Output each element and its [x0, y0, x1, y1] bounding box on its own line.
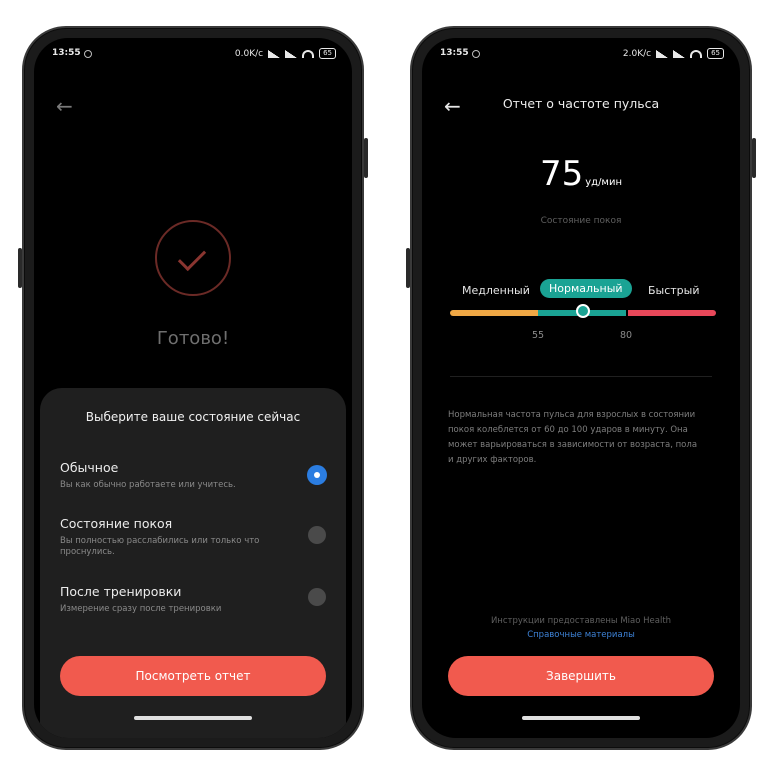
bpm-unit: уд/мин — [585, 177, 623, 188]
option-rest[interactable]: Состояние покоя Вы полностью расслабилис… — [60, 516, 326, 558]
success-circle — [155, 220, 231, 296]
notification-icon — [472, 50, 480, 58]
radio-rest[interactable] — [308, 526, 326, 544]
radio-after-workout[interactable] — [308, 588, 326, 606]
radio-normal[interactable] — [308, 466, 326, 484]
wifi-icon — [302, 49, 315, 58]
divider — [450, 376, 712, 377]
signal-icon — [285, 49, 298, 58]
tick-high: 80 — [620, 330, 633, 341]
volume-button — [752, 138, 756, 178]
option-desc: Вы полностью расслабились или только что… — [60, 536, 260, 557]
bpm-number: 75 — [539, 154, 584, 194]
done-title: Готово! — [156, 328, 230, 349]
heart-rate-marker — [576, 304, 590, 318]
tick-low: 55 — [532, 330, 545, 341]
page-title: Отчет о частоте пульса — [502, 96, 660, 111]
status-bar: 13:55 0.0K/c 65 — [34, 46, 352, 64]
signal-icon — [656, 49, 669, 58]
zone-slow-bar — [450, 310, 538, 316]
screen-right: 13:55 2.0K/c 65 ← Отчет о частоте пульса… — [422, 38, 740, 738]
option-title: После тренировки — [60, 584, 182, 599]
home-indicator[interactable] — [522, 716, 640, 720]
option-after-workout[interactable]: После тренировки Измерение сразу после т… — [60, 584, 326, 615]
wifi-icon — [690, 49, 703, 58]
power-button — [406, 248, 410, 288]
sheet-title: Выберите ваше состояние сейчас — [85, 410, 301, 424]
back-arrow-icon[interactable]: ← — [56, 94, 73, 118]
option-normal[interactable]: Обычное Вы как обычно работаете или учит… — [60, 460, 326, 491]
status-icons: 2.0K/c 65 — [623, 48, 724, 59]
zone-normal-label: Нормальный — [540, 279, 632, 298]
home-indicator[interactable] — [134, 716, 252, 720]
heart-rate-value: 75 уд/мин — [422, 154, 740, 194]
status-time: 13:55 — [52, 48, 81, 58]
option-title: Состояние покоя — [60, 516, 173, 531]
description-text: Нормальная частота пульса для взрослых в… — [448, 410, 698, 465]
state-selection-sheet: Выберите ваше состояние сейчас Обычное В… — [40, 388, 346, 738]
signal-icon — [673, 49, 686, 58]
status-icons: 0.0K/c 65 — [235, 48, 336, 59]
phone-left: 13:55 0.0K/c 65 ← Готово! Выберите ваше … — [18, 26, 368, 750]
zone-fast-label: Быстрый — [648, 284, 700, 297]
view-report-button[interactable]: Посмотреть отчет — [60, 656, 326, 696]
screen-left: 13:55 0.0K/c 65 ← Готово! Выберите ваше … — [34, 38, 352, 738]
status-bar: 13:55 2.0K/c 65 — [422, 46, 740, 64]
check-icon — [177, 242, 207, 272]
battery-icon: 65 — [707, 48, 724, 59]
network-speed: 0.0K/c — [234, 48, 264, 59]
battery-icon: 65 — [319, 48, 336, 59]
volume-button — [364, 138, 368, 178]
reference-link[interactable]: Справочные материалы — [422, 630, 740, 640]
zone-fast-bar — [628, 310, 716, 316]
option-desc: Вы как обычно работаете или учитесь. — [60, 480, 236, 490]
stage: 13:55 0.0K/c 65 ← Готово! Выберите ваше … — [0, 0, 775, 776]
finish-button[interactable]: Завершить — [448, 656, 714, 696]
option-desc: Измерение сразу после тренировки — [60, 604, 222, 614]
state-label: Состояние покоя — [540, 216, 622, 226]
phone-right: 13:55 2.0K/c 65 ← Отчет о частоте пульса… — [406, 26, 756, 750]
notification-icon — [84, 50, 92, 58]
power-button — [18, 248, 22, 288]
signal-icon — [268, 49, 281, 58]
status-time: 13:55 — [440, 48, 469, 58]
network-speed: 2.0K/c — [622, 48, 652, 59]
zone-slow-label: Медленный — [462, 284, 530, 297]
option-title: Обычное — [60, 460, 119, 475]
credit-text: Инструкции предоставлены Miao Health — [490, 616, 672, 626]
